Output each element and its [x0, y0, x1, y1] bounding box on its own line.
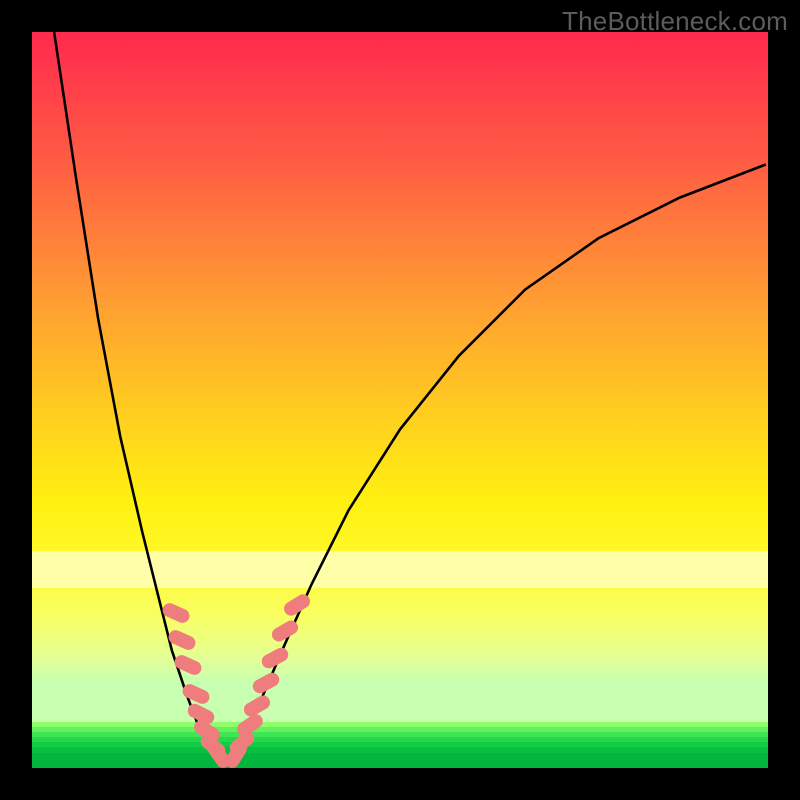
- band-pale-yellow: [32, 551, 768, 588]
- band-green-7: [32, 753, 768, 768]
- plot-frame: [32, 32, 768, 768]
- heat-gradient: [32, 32, 768, 724]
